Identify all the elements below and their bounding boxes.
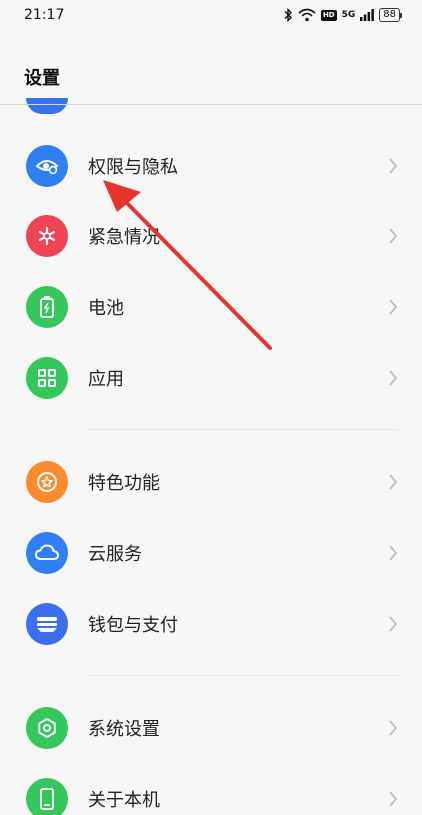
header-divider bbox=[0, 104, 422, 105]
network-type: 5G bbox=[341, 9, 356, 20]
settings-item-label: 系统设置 bbox=[88, 719, 160, 740]
partially-hidden-icon bbox=[26, 98, 68, 114]
section-divider bbox=[88, 675, 398, 676]
settings-item-label: 权限与隐私 bbox=[88, 157, 178, 178]
settings-item-battery[interactable]: 电池 bbox=[0, 276, 422, 338]
chevron-right-icon bbox=[389, 299, 398, 315]
settings-item-label: 关于本机 bbox=[88, 790, 160, 811]
chevron-right-icon bbox=[389, 791, 398, 807]
chevron-right-icon bbox=[389, 474, 398, 490]
settings-item-privacy[interactable]: 权限与隐私 bbox=[0, 135, 422, 197]
wallet-icon bbox=[26, 603, 68, 645]
settings-item-label: 特色功能 bbox=[88, 473, 160, 494]
page-title: 设置 bbox=[24, 68, 60, 89]
settings-item-label: 电池 bbox=[88, 298, 124, 319]
status-bar: 21:17 HD 5G 88 bbox=[0, 0, 422, 30]
battery-level: 88 bbox=[379, 8, 402, 22]
hd-icon: HD bbox=[320, 9, 337, 21]
settings-item-system-settings[interactable]: 系统设置 bbox=[0, 697, 422, 759]
settings-item-wallet[interactable]: 钱包与支付 bbox=[0, 593, 422, 655]
grid-icon bbox=[26, 357, 68, 399]
chevron-right-icon bbox=[389, 720, 398, 736]
phone-icon bbox=[26, 778, 68, 815]
gear-icon bbox=[26, 707, 68, 749]
chevron-right-icon bbox=[389, 616, 398, 632]
bluetooth-icon bbox=[284, 8, 292, 22]
star-icon bbox=[26, 461, 68, 503]
status-icons: HD 5G 88 bbox=[283, 8, 402, 22]
settings-item-apps[interactable]: 应用 bbox=[0, 347, 422, 409]
chevron-right-icon bbox=[389, 228, 398, 244]
settings-item-cloud-service[interactable]: 云服务 bbox=[0, 522, 422, 584]
settings-item-label: 云服务 bbox=[88, 544, 142, 565]
settings-item-label: 应用 bbox=[88, 369, 124, 390]
chevron-right-icon bbox=[389, 370, 398, 386]
section-divider bbox=[88, 429, 398, 430]
settings-item-label: 钱包与支付 bbox=[88, 615, 178, 636]
status-time: 21:17 bbox=[24, 7, 65, 23]
signal-icon bbox=[360, 9, 375, 21]
settings-item-about-phone[interactable]: 关于本机 bbox=[0, 768, 422, 815]
asterisk-icon bbox=[26, 215, 68, 257]
eye-icon bbox=[26, 145, 68, 187]
wifi-icon bbox=[298, 8, 316, 22]
settings-item-special-features[interactable]: 特色功能 bbox=[0, 451, 422, 513]
cloud-icon bbox=[26, 532, 68, 574]
chevron-right-icon bbox=[389, 545, 398, 561]
chevron-right-icon bbox=[389, 158, 398, 174]
battery-icon bbox=[26, 286, 68, 328]
settings-item-emergency[interactable]: 紧急情况 bbox=[0, 205, 422, 267]
settings-item-label: 紧急情况 bbox=[88, 227, 160, 248]
